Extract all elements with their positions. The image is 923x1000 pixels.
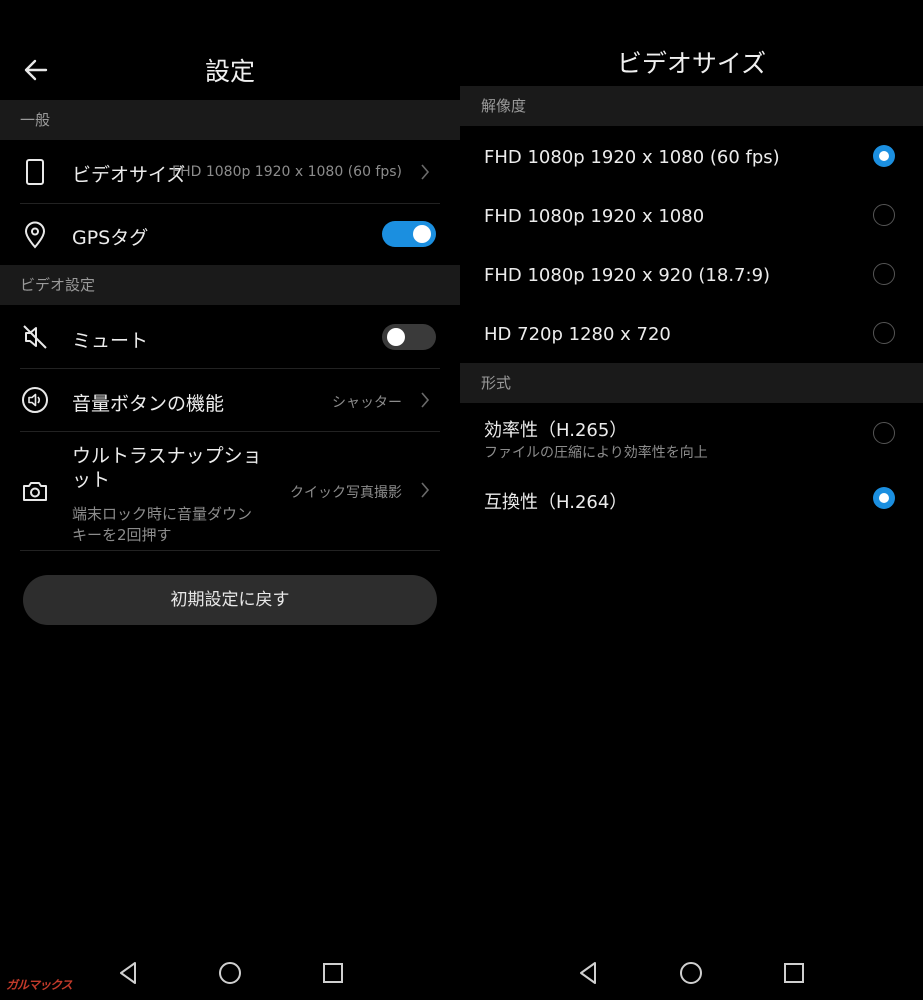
nav-back-icon[interactable] [574, 958, 604, 988]
ultra-snapshot-label-line2: ット [72, 469, 111, 491]
resolution-option-label: FHD 1080p 1920 x 920 (18.7:9) [484, 265, 771, 286]
page-title: ビデオサイズ [616, 49, 767, 78]
resolution-option[interactable]: HD 720p 1280 x 720 [460, 304, 923, 362]
format-option-label: 互換性（H.264） [484, 492, 628, 513]
volume-icon [22, 387, 48, 413]
radio-button[interactable] [873, 263, 895, 285]
ultra-snapshot-sub-line2: キーを2回押す [72, 526, 172, 544]
format-option-description: ファイルの圧縮により効率性を向上 [484, 445, 708, 461]
resolution-option[interactable]: FHD 1080p 1920 x 1080 (60 fps) [460, 127, 923, 185]
ultra-snapshot-value: クイック写真撮影 [290, 485, 402, 501]
ultra-snapshot-label-line1: ウルトラスナップショ [72, 445, 262, 467]
reset-defaults-button[interactable]: 初期設定に戻す [23, 575, 437, 625]
video-size-row[interactable]: ビデオサイズ FHD 1080p 1920 x 1080 (60 fps) [0, 141, 460, 203]
video-size-label: ビデオサイズ [72, 164, 186, 186]
format-option[interactable]: 効率性（H.265） ファイルの圧縮により効率性を向上 [460, 404, 923, 468]
mute-toggle[interactable] [382, 324, 436, 350]
resolution-option-label: FHD 1080p 1920 x 1080 (60 fps) [484, 147, 780, 168]
nav-recents-icon[interactable] [779, 958, 809, 988]
divider [20, 550, 440, 551]
section-header-general: 一般 [0, 100, 460, 140]
chevron-right-icon [421, 482, 430, 498]
muted-speaker-icon [23, 325, 47, 349]
video-size-value: FHD 1080p 1920 x 1080 (60 fps) [172, 164, 402, 180]
format-option[interactable]: 互換性（H.264） [460, 468, 923, 526]
nav-back-icon[interactable] [114, 958, 144, 988]
section-header-resolution: 解像度 [460, 86, 923, 126]
volume-button-row[interactable]: 音量ボタンの機能 シャッター [0, 369, 460, 431]
radio-button[interactable] [873, 422, 895, 444]
resolution-option-label: HD 720p 1280 x 720 [484, 324, 671, 345]
mute-row[interactable]: ミュート [0, 306, 460, 368]
chevron-right-icon [421, 164, 430, 180]
nav-home-icon[interactable] [215, 958, 245, 988]
video-size-panel: ビデオサイズ 解像度 FHD 1080p 1920 x 1080 (60 fps… [460, 0, 923, 1000]
radio-button[interactable] [873, 322, 895, 344]
volume-button-label: 音量ボタンの機能 [72, 393, 225, 415]
settings-header: 設定 [0, 0, 460, 100]
ultra-snapshot-row[interactable]: ウルトラスナップショ ット 端末ロック時に音量ダウン キーを2回押す クイック写… [0, 432, 460, 550]
resolution-option[interactable]: FHD 1080p 1920 x 920 (18.7:9) [460, 245, 923, 303]
camera-icon [23, 482, 47, 501]
gps-tag-label: GPSタグ [72, 227, 149, 249]
resolution-option[interactable]: FHD 1080p 1920 x 1080 [460, 186, 923, 244]
nav-home-icon[interactable] [676, 958, 706, 988]
ultra-snapshot-sub-line1: 端末ロック時に音量ダウン [72, 505, 253, 523]
section-header-format: 形式 [460, 363, 923, 403]
format-option-label: 効率性（H.265） [484, 420, 628, 441]
watermark-logo: ガルマックス [6, 978, 73, 992]
section-header-video: ビデオ設定 [0, 265, 460, 305]
page-title: 設定 [204, 57, 255, 86]
settings-panel: 設定 一般 ビデオサイズ FHD 1080p 1920 x 1080 (60 f… [0, 0, 460, 1000]
gps-tag-toggle[interactable] [382, 221, 436, 247]
nav-recents-icon[interactable] [318, 958, 348, 988]
radio-button[interactable] [873, 487, 895, 509]
resolution-option-label: FHD 1080p 1920 x 1080 [484, 206, 705, 227]
chevron-right-icon [421, 392, 430, 408]
phone-icon [26, 159, 44, 185]
mute-label: ミュート [72, 330, 149, 352]
gps-tag-row[interactable]: GPSタグ [0, 204, 460, 265]
volume-button-value: シャッター [332, 395, 402, 411]
radio-button[interactable] [873, 145, 895, 167]
location-pin-icon [24, 221, 46, 249]
radio-button[interactable] [873, 204, 895, 226]
